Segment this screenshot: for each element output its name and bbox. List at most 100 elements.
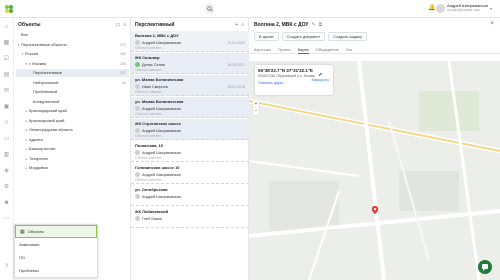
link-icon[interactable]: ⧉ (319, 22, 323, 28)
user-email: a.shahr@odiade.com (446, 8, 481, 12)
tree-item[interactable]: ▸ Красноярский край (16, 117, 129, 125)
popup-item-label: Замечания (19, 242, 40, 247)
create-task-button[interactable]: Создать задачу (328, 32, 368, 41)
list-item-title: Волгина 2, МВК с ДОУ (135, 33, 179, 38)
list-item-date: 16.03.2021 (227, 62, 245, 67)
add-icon[interactable]: + (235, 22, 238, 28)
documents-icon[interactable]: ▤ (3, 72, 10, 79)
tree-item[interactable]: ▸ Татарстан (16, 155, 129, 163)
tree-item[interactable]: Перспективные 137 (16, 69, 129, 77)
avatar (435, 3, 445, 13)
app-logo-icon[interactable] (4, 4, 14, 14)
archive-button[interactable]: В архив (254, 32, 279, 41)
objects-icon[interactable]: ▦ (3, 40, 10, 47)
route-button[interactable]: ⬈ Маршруты (312, 72, 329, 82)
list-item[interactable]: ЖК Строгинское шоссе Андрей Шахраманьян Об… (131, 119, 249, 140)
tree-item[interactable]: ▸ Краснодарский край (16, 107, 129, 115)
list-item-user: Андрей Шахраманьян (142, 194, 181, 199)
chat-button[interactable] (478, 260, 492, 274)
tree-item[interactable]: ▸ Башкортостан (16, 145, 129, 153)
help-icon[interactable]: ? (3, 264, 10, 271)
tree-item-label: Татарстан (29, 155, 48, 161)
user-menu[interactable]: 🔔 Андрей Шахраманьян a.shahr@odiade.com … (428, 3, 492, 13)
zoom-in-icon[interactable]: + (253, 101, 259, 108)
zoom-out-icon[interactable]: − (253, 108, 259, 115)
bell-icon[interactable]: 🔔 (428, 5, 435, 11)
chart-icon[interactable]: ▥ (3, 152, 10, 159)
list-item-date: 10.01.2020 (227, 40, 245, 45)
list-item[interactable]: Полянская, 10 Андрей Шахраманьян Объект из… (131, 141, 249, 162)
list-item-note: Объект изменен... (135, 112, 165, 116)
tree-item[interactable]: Конкурентный (16, 98, 129, 106)
calendar-icon[interactable]: ▣ (3, 104, 10, 111)
tree-item-label: Адыгея (29, 136, 43, 142)
map-view[interactable]: 55°38'22.7"N 37°31'32.1"E МОАУСОШ Обруче… (249, 61, 500, 280)
folder-icon[interactable]: ▭ (3, 136, 10, 143)
popup-item-label: Проблемы (19, 268, 39, 273)
list-item-note: Объект изменен... (135, 156, 165, 160)
popup-item-objects[interactable]: ▦ Объекты (15, 225, 97, 238)
list-item-user: Иван Смирнов (142, 84, 168, 89)
section-switch-popup: ▦ Объекты Замечания ПО Проблемы (14, 224, 98, 278)
map-pin-icon[interactable] (371, 206, 379, 214)
avatar (135, 128, 140, 133)
list-item-note: Объект изменен... (135, 68, 165, 72)
tab-project[interactable]: Проект (278, 46, 291, 54)
list-item[interactable]: Головинская шоссе 10 Андрей Шахраманьян Об… (131, 163, 249, 184)
chevron-down-icon: ▾ (489, 5, 492, 11)
close-icon[interactable]: × (490, 21, 494, 27)
objects-icon: ▦ (20, 228, 25, 235)
tree-item[interactable]: ▸ Адыгея (16, 136, 129, 144)
tab-log[interactable]: Лог (346, 46, 352, 54)
chat-icon[interactable]: ✉ (3, 88, 10, 95)
zoom-control[interactable]: + − (253, 101, 259, 115)
tree-item-label: Ленинградская область (29, 127, 73, 132)
tab-discussion[interactable]: Обсуждение (316, 46, 339, 54)
tree-item[interactable]: ▸ Ленинградская область (16, 126, 129, 134)
popup-item-remarks[interactable]: Замечания (15, 238, 97, 251)
contacts-icon[interactable]: ☺ (3, 120, 10, 127)
home-icon[interactable]: ⌂ (3, 24, 10, 31)
popup-item-po[interactable]: ПО (15, 251, 97, 264)
popup-item-problems[interactable]: Проблемы (15, 264, 97, 277)
list-item-note: Объект изменен... (135, 46, 165, 50)
search-icon[interactable]: ⌕ (123, 22, 126, 28)
tab-map[interactable]: Карта (297, 46, 309, 54)
list-item-title: ул. Малая Ботаническая (135, 99, 184, 104)
tree-item-label: Все (21, 32, 28, 37)
list-item[interactable]: ЖК Лобачевский Глеб Базин (131, 207, 249, 228)
list-item[interactable]: Волгина 2, МВК с ДОУ Андрей Шахраманьян 10… (131, 31, 249, 52)
tree-item[interactable]: ▾ Россия 369 (16, 50, 129, 58)
folder-add-icon[interactable]: ▭ (115, 22, 120, 28)
list-item-user: Глеб Базин (142, 216, 162, 221)
search-button[interactable] (205, 4, 214, 13)
tree-item[interactable]: ▾ г. Москва 228 (16, 60, 129, 68)
list-item[interactable]: ЖК Сильвер Денис Селин 16.03.2021 Объект из… (131, 53, 249, 74)
tree-item[interactable]: Проблемный (16, 88, 129, 96)
nav-rail: ⌂ ▦ ☑ ▤ ✉ ▣ ☺ ▭ ▥ ◈ ⚙ ☻ ⋯ ? (0, 18, 14, 280)
list-item-date: 25.01.2019 (227, 84, 245, 89)
tree-item[interactable]: Все (16, 31, 129, 39)
list-item-title: Головинская шоссе 10 (135, 165, 180, 170)
top-bar: 🔔 Андрей Шахраманьян a.shahr@odiade.com … (0, 0, 500, 18)
list-item[interactable]: ул. Малая Ботаническая Андрей Шахраманьян… (131, 97, 249, 118)
more-icon[interactable]: ⋯ (3, 216, 10, 223)
edit-icon[interactable]: ✎ (311, 22, 315, 28)
list-item[interactable]: ул. Октябрьская Андрей Шахраманьян (131, 185, 249, 206)
search-icon[interactable]: ⌕ (241, 22, 244, 28)
tree-item-label: Конкурентный (33, 98, 60, 104)
tree-item[interactable]: Нейтральный 64 (16, 79, 129, 87)
settings-icon[interactable]: ⚙ (3, 184, 10, 191)
list-item-title: Полянская, 10 (135, 143, 163, 148)
detail-tabs: Карточка Проект Карта Обсуждение Лог (249, 46, 500, 54)
tree-item[interactable]: ▾ Перспективные объекты 370 (16, 41, 129, 49)
tree-item[interactable]: ▸ Мордовия (16, 164, 129, 172)
list-item[interactable]: ул. Малая Ботаническая Иван Смирнов 25.01.… (131, 75, 249, 96)
create-document-button[interactable]: Создать документ (281, 32, 326, 41)
map-icon[interactable]: ◈ (3, 168, 10, 175)
avatar (135, 216, 140, 221)
users-icon[interactable]: ☻ (3, 200, 10, 207)
search-icon (206, 5, 213, 12)
tasks-icon[interactable]: ☑ (3, 56, 10, 63)
tab-card[interactable]: Карточка (254, 46, 271, 54)
